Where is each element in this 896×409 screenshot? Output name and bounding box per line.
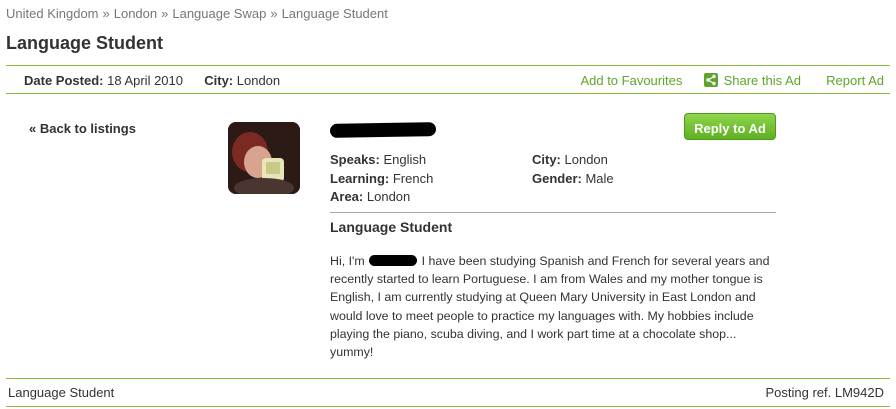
learning-value: French (392, 171, 434, 186)
posting-reference: Posting ref. LM942D (765, 385, 884, 400)
name-redaction-inline (369, 255, 418, 266)
date-posted-value: 18 April 2010 (107, 73, 183, 88)
ad-meta-bar: Date Posted: 18 April 2010 City: London … (6, 65, 890, 94)
name-redaction (329, 122, 437, 138)
breadcrumb-item-current[interactable]: Language Student (282, 6, 388, 21)
ad-description: Hi, I'm I have been studying Spanish and… (330, 252, 780, 361)
city-detail-value: London (564, 152, 608, 167)
report-ad-link[interactable]: Report Ad (826, 73, 884, 88)
section-divider (330, 212, 776, 213)
ad-actions: Add to Favourites Share this Ad Report A… (580, 73, 884, 88)
gender-value: Male (585, 171, 614, 186)
ad-description-start: Hi, I'm (330, 254, 365, 268)
city-value: London (236, 73, 281, 88)
breadcrumb-item-country[interactable]: United Kingdom (6, 6, 99, 21)
area-row: Area: London (330, 189, 410, 204)
footer-title: Language Student (8, 385, 115, 400)
learning-row: Learning: French (330, 171, 433, 186)
breadcrumb: United Kingdom» London» Language Swap» Lang… (6, 6, 388, 21)
speaks-row: Speaks: English (330, 152, 426, 167)
area-label: Area: (330, 189, 364, 204)
reply-to-ad-button[interactable]: Reply to Ad (684, 113, 776, 140)
share-icon[interactable] (703, 73, 718, 87)
area-value: London (366, 189, 411, 204)
footer-bar: Language Student Posting ref. LM942D (6, 378, 890, 407)
ad-title: Language Student (330, 219, 453, 235)
city-detail-label: City: (532, 152, 561, 167)
breadcrumb-item-category[interactable]: Language Swap (172, 6, 266, 21)
breadcrumb-separator: » (270, 6, 278, 21)
avatar (228, 122, 300, 194)
page-title: Language Student (6, 33, 163, 53)
city-label: City: (204, 73, 234, 88)
ad-description-rest: I have been studying Spanish and French … (330, 254, 770, 360)
date-posted-label: Date Posted: (24, 73, 104, 88)
learning-label: Learning: (330, 171, 390, 186)
city-row: City: London (532, 152, 608, 167)
gender-label: Gender: (532, 171, 582, 186)
speaks-value: English (383, 152, 427, 167)
share-this-ad-link[interactable]: Share this Ad (724, 73, 801, 88)
back-to-listings-link[interactable]: « Back to listings (29, 121, 136, 136)
breadcrumb-separator: » (161, 6, 169, 21)
breadcrumb-separator: » (102, 6, 110, 21)
add-to-favourites-link[interactable]: Add to Favourites (580, 73, 682, 88)
gender-row: Gender: Male (532, 171, 614, 186)
speaks-label: Speaks: (330, 152, 380, 167)
ad-meta-info: Date Posted: 18 April 2010 City: London (24, 73, 280, 88)
breadcrumb-item-city[interactable]: London (114, 6, 157, 21)
